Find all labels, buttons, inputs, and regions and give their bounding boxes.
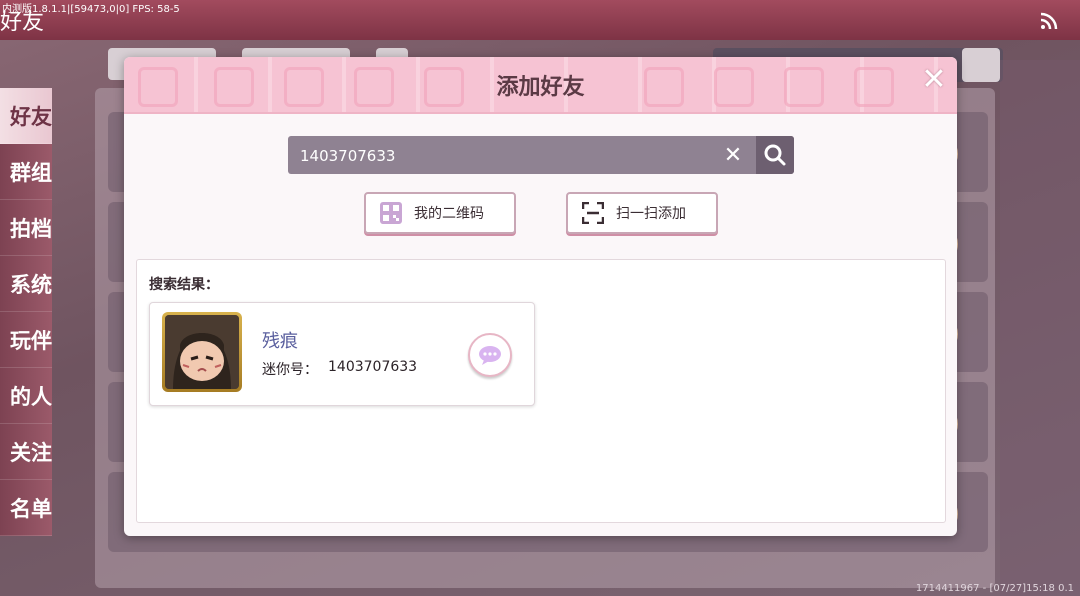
- rss-icon[interactable]: [1040, 12, 1058, 30]
- sidebar-item-system[interactable]: 系统: [0, 256, 52, 312]
- scan-add-button[interactable]: 扫一扫添加: [566, 192, 718, 234]
- sidebar-item-following[interactable]: 关注: [0, 424, 52, 480]
- sidebar-item-blacklist[interactable]: 名单: [0, 480, 52, 536]
- scan-icon: [581, 201, 605, 225]
- sidebar-item-people[interactable]: 的人: [0, 368, 52, 424]
- dialog-header: 添加好友 ✕: [124, 57, 957, 114]
- mini-id-value: 1403707633: [328, 359, 418, 375]
- clear-icon[interactable]: ✕: [718, 140, 748, 170]
- my-qr-code-button[interactable]: 我的二维码: [364, 192, 516, 234]
- search-results-panel: 搜索结果： 残痕 迷你号： 1403707633: [136, 259, 946, 523]
- dialog-title: 添加好友: [496, 75, 585, 100]
- page-title: 好友: [0, 10, 45, 35]
- footer-timestamp: 1714411967 - [07/27]15:18 0.1: [915, 583, 1074, 594]
- friend-id-input[interactable]: [298, 136, 712, 176]
- avatar[interactable]: [162, 312, 242, 392]
- result-user-card[interactable]: 残痕 迷你号： 1403707633: [149, 302, 535, 406]
- scan-add-label: 扫一扫添加: [616, 206, 686, 222]
- sidebar-item-partners[interactable]: 拍档: [0, 200, 52, 256]
- chat-bubble-icon[interactable]: [468, 333, 512, 377]
- search-icon[interactable]: [756, 136, 794, 174]
- sidebar-item-groups[interactable]: 群组: [0, 144, 52, 200]
- top-bar: 内测版1.8.1.1|[59473,0|0] FPS: 58-5 好友: [0, 0, 1080, 40]
- bg-decoration-column: [1000, 60, 1080, 596]
- friend-search-box: ✕: [288, 136, 794, 176]
- add-friend-dialog: 添加好友 ✕ ✕ 我的二维码 扫一扫添加 搜索结果：: [124, 57, 957, 536]
- search-results-label: 搜索结果：: [149, 277, 219, 293]
- sidebar-item-playmates[interactable]: 玩伴: [0, 312, 52, 368]
- sidebar: 好友 群组 拍档 系统 玩伴 的人 关注 名单: [0, 88, 52, 536]
- sidebar-item-friends[interactable]: 好友: [0, 88, 52, 144]
- qr-code-icon: [380, 202, 402, 224]
- mini-id-label: 迷你号：: [262, 362, 318, 378]
- my-qr-code-label: 我的二维码: [414, 206, 484, 222]
- result-nickname: 残痕: [262, 331, 298, 352]
- close-icon[interactable]: ✕: [917, 62, 951, 97]
- bg-search-button: [962, 48, 1000, 82]
